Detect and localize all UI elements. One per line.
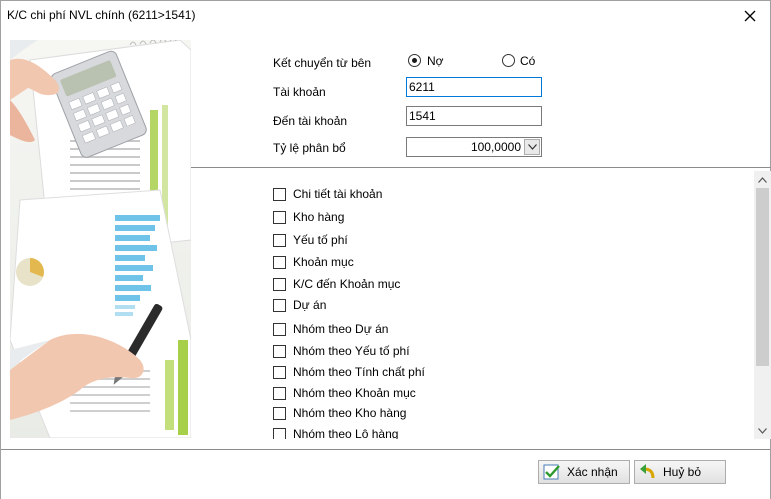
- option-checkbox[interactable]: [273, 187, 286, 201]
- option-checkbox[interactable]: [273, 277, 286, 291]
- option-row[interactable]: Kho hàng: [271, 208, 344, 226]
- cancel-button-label: Huỷ bỏ: [663, 465, 702, 479]
- window-title: K/C chi phí NVL chính (6211>1541): [7, 8, 196, 22]
- option-label[interactable]: Nhóm theo Lô hàng: [293, 427, 398, 439]
- option-label[interactable]: Nhóm theo Dự án: [293, 322, 388, 336]
- option-checkbox[interactable]: [273, 322, 286, 336]
- option-label[interactable]: Chi tiết tài khoản: [293, 187, 382, 201]
- radio-debit[interactable]: [408, 54, 421, 67]
- option-row[interactable]: Nhóm theo Khoản mục: [271, 384, 416, 402]
- option-checkbox[interactable]: [273, 298, 286, 312]
- option-checkbox[interactable]: [273, 210, 286, 224]
- option-row[interactable]: Chi tiết tài khoản: [271, 185, 382, 203]
- checkmark-icon: [543, 464, 560, 480]
- chevron-down-icon: [758, 427, 767, 434]
- options-list: Chi tiết tài khoản Kho hàng Yếu tố phí Khoả…: [271, 179, 751, 439]
- options-scrollbar[interactable]: [754, 171, 771, 439]
- option-row[interactable]: Yếu tố phí: [271, 231, 348, 249]
- ratio-dropdown-button[interactable]: [524, 139, 540, 155]
- section-divider: [191, 167, 771, 168]
- close-icon: [744, 10, 756, 22]
- close-button[interactable]: [730, 1, 770, 31]
- cancel-button[interactable]: Huỷ bỏ: [634, 460, 726, 484]
- ratio-label: Tỷ lệ phân bổ: [273, 141, 346, 155]
- option-checkbox[interactable]: [273, 386, 286, 400]
- option-row[interactable]: K/C đến Khoản mục: [271, 275, 400, 293]
- option-checkbox[interactable]: [273, 427, 286, 439]
- option-row[interactable]: Nhóm theo Yếu tố phí: [271, 342, 410, 360]
- ratio-value: 100,0000: [470, 140, 521, 154]
- option-checkbox[interactable]: [273, 344, 286, 358]
- footer-bar: Xác nhận Huỷ bỏ: [1, 450, 770, 499]
- to-account-input[interactable]: 1541: [406, 106, 542, 126]
- option-checkbox[interactable]: [273, 406, 286, 420]
- scroll-thumb[interactable]: [756, 188, 769, 366]
- chevron-up-icon: [758, 176, 767, 183]
- option-label[interactable]: Nhóm theo Yếu tố phí: [293, 344, 410, 358]
- ratio-combo[interactable]: 100,0000: [406, 137, 542, 157]
- option-label[interactable]: Yếu tố phí: [293, 233, 348, 247]
- option-row[interactable]: Nhóm theo Tính chất phí: [271, 363, 425, 381]
- title-bar: K/C chi phí NVL chính (6211>1541): [1, 1, 770, 31]
- option-row[interactable]: Nhóm theo Dự án: [271, 320, 388, 338]
- confirm-button-label: Xác nhận: [567, 465, 618, 479]
- confirm-button[interactable]: Xác nhận: [538, 460, 630, 484]
- account-input[interactable]: 6211: [406, 77, 542, 97]
- option-checkbox[interactable]: [273, 233, 286, 247]
- account-label: Tài khoản: [273, 85, 326, 99]
- option-label[interactable]: Nhóm theo Tính chất phí: [293, 365, 425, 379]
- radio-debit-label[interactable]: Nợ: [427, 54, 444, 68]
- option-row[interactable]: Nhóm theo Kho hàng: [271, 404, 406, 422]
- option-label[interactable]: K/C đến Khoản mục: [293, 277, 400, 291]
- option-row[interactable]: Nhóm theo Lô hàng: [271, 425, 398, 439]
- radio-credit[interactable]: [502, 54, 515, 67]
- scroll-down-button[interactable]: [754, 422, 771, 439]
- option-row[interactable]: Khoản mục: [271, 253, 354, 271]
- undo-arrow-icon: [640, 464, 655, 479]
- option-row[interactable]: Dự án: [271, 296, 326, 314]
- chevron-down-icon: [527, 144, 537, 150]
- option-label[interactable]: Kho hàng: [293, 210, 344, 224]
- option-label[interactable]: Khoản mục: [293, 255, 354, 269]
- option-label[interactable]: Nhóm theo Kho hàng: [293, 406, 406, 420]
- accounting-illustration: [10, 40, 191, 438]
- to-account-label: Đến tài khoản: [273, 114, 348, 128]
- transfer-from-label: Kết chuyển từ bên: [273, 56, 372, 70]
- option-checkbox[interactable]: [273, 365, 286, 379]
- dialog-window: K/C chi phí NVL chính (6211>1541) Kết ch…: [0, 0, 771, 499]
- option-checkbox[interactable]: [273, 255, 286, 269]
- option-label[interactable]: Nhóm theo Khoản mục: [293, 386, 416, 400]
- radio-credit-label[interactable]: Có: [520, 54, 535, 68]
- scroll-up-button[interactable]: [754, 171, 771, 188]
- option-label[interactable]: Dự án: [293, 298, 326, 312]
